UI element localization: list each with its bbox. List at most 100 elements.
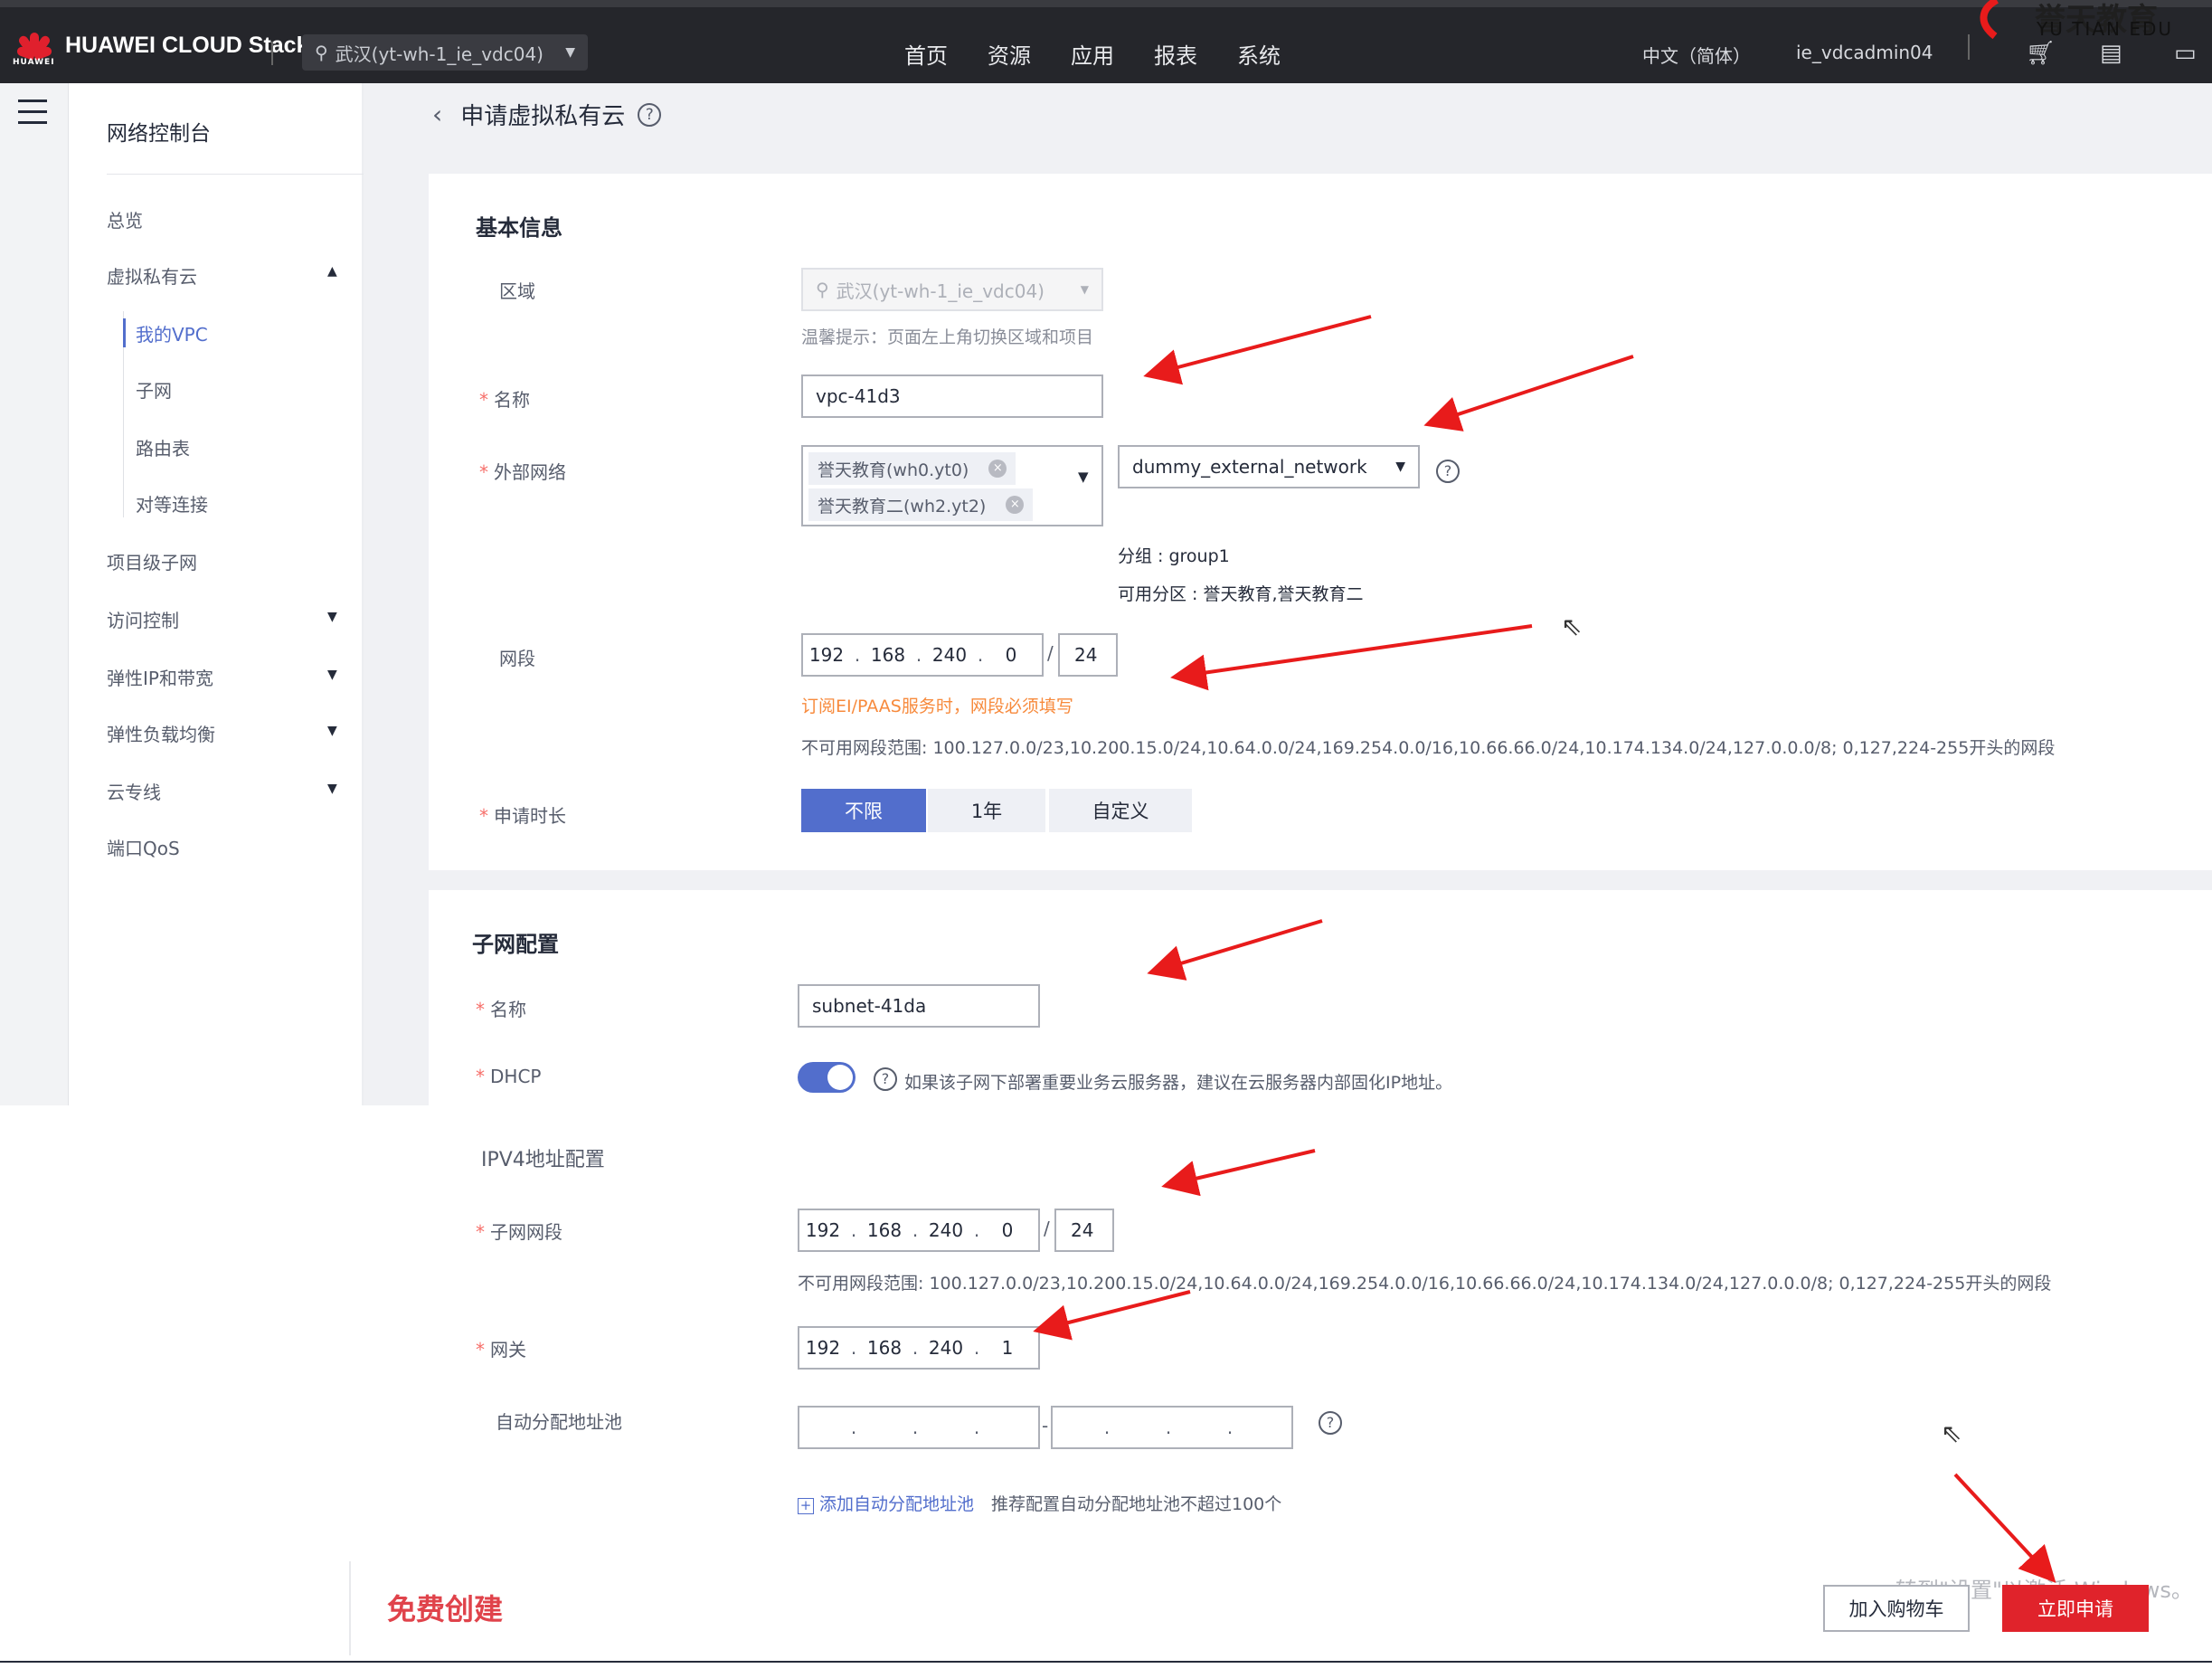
nav-home[interactable]: 首页 [904,38,948,70]
duration-option-custom[interactable]: 自定义 [1049,789,1192,832]
message-icon[interactable]: ▭ [2174,40,2197,67]
ip-octet[interactable]: 1 [984,1337,1031,1359]
ip-octet[interactable]: 192 [799,1219,846,1241]
add-to-cart-button[interactable]: 加入购物车 [1823,1585,1970,1632]
sidebar-item-access-control[interactable]: 访问控制 [107,606,179,632]
subnet-segment-label: * 子网网段 [476,1221,562,1243]
ip-octet[interactable]: 168 [861,1219,908,1241]
nav-apps[interactable]: 应用 [1071,38,1114,70]
chevron-down-icon: ▼ [565,45,575,60]
ip-octet[interactable]: 240 [922,1337,969,1359]
sidebar-item-elb[interactable]: 弹性负载均衡 [107,720,215,746]
ip-octet[interactable]: 168 [861,1337,908,1359]
add-pool-link-text: 添加自动分配地址池 [819,1494,975,1514]
ip-octet[interactable]: 0 [988,644,1035,666]
ip-octet[interactable]: 168 [865,644,912,666]
pool-start-ip-input[interactable]: . . . [798,1406,1040,1449]
vpc-name-input[interactable]: vpc-41d3 [801,374,1103,418]
subnet-name-label: * 名称 [476,999,526,1020]
sidebar-item-port-qos[interactable]: 端口QoS [107,834,180,860]
sidebar-active-indicator [123,318,126,347]
language-switch[interactable]: 中文（简体） [1642,42,1751,68]
segment-warning: 订阅EI/PAAS服务时，网段必须填写 [801,697,1073,716]
subnet-unavailable-ranges: 不可用网段范围: 100.127.0.0/23,10.200.15.0/24,1… [798,1274,2052,1294]
chevron-down-icon[interactable]: ▼ [327,610,337,624]
sidebar-item-vpc[interactable]: 虚拟私有云 [107,262,197,289]
duration-label-text: 申请时长 [494,805,566,827]
ext-network-tag-label: 誉天教育二(wh2.yt2) [818,496,987,517]
ip-dot: . [977,644,984,666]
az-text: 可用分区 : 誉天教育,誉天教育二 [1118,584,1364,604]
help-icon[interactable]: ? [638,102,662,127]
segment-ip-input[interactable]: 192. 168. 240. 0 [801,633,1044,677]
duration-option-1year[interactable]: 1年 [928,789,1045,832]
help-icon[interactable]: ? [874,1067,897,1091]
ext-network-label-text: 外部网络 [494,461,566,483]
bottom-border [0,1661,2212,1663]
ip-dot: . [1226,1417,1234,1438]
ip-dot: . [912,1417,919,1438]
nav-reports[interactable]: 报表 [1154,38,1197,70]
sidebar-item-peering[interactable]: 对等连接 [136,490,208,517]
help-icon[interactable]: ? [1436,460,1460,483]
chevron-up-icon[interactable]: ▲ [327,264,337,279]
sidebar-item-my-vpc[interactable]: 我的VPC [136,320,208,346]
remove-tag-icon[interactable]: × [1006,496,1025,514]
chevron-down-icon: ▼ [1395,460,1405,474]
ip-octet[interactable]: 192 [799,1337,846,1359]
remove-tag-icon[interactable]: × [988,460,1007,478]
cart-icon[interactable]: 🛒︎ [2026,40,2056,67]
nav-system[interactable]: 系统 [1237,38,1281,70]
subnet-config-card [429,890,2212,1578]
ip-dot: . [973,1417,980,1438]
unavailable-ranges-text: 不可用网段范围: 100.127.0.0/23,10.200.15.0/24,1… [801,738,2056,758]
ext-network-multiselect[interactable]: 誉天教育(wh0.yt0) × 誉天教育二(wh2.yt2) × ▼ [801,445,1103,526]
nav-resources[interactable]: 资源 [988,38,1031,70]
sidebar-item-project-subnet[interactable]: 项目级子网 [107,548,197,574]
sidebar-item-route-table[interactable]: 路由表 [136,434,190,460]
chevron-down-icon[interactable]: ▼ [327,724,337,738]
ip-dot: . [850,1219,857,1241]
huawei-logo[interactable]: HUAWEI HUAWEI CLOUD Stack [13,27,308,68]
chevron-down-icon[interactable]: ▼ [327,782,337,796]
top-bar: HUAWEI HUAWEI CLOUD Stack ⚲ 武汉(yt-wh-1_i… [0,0,2212,83]
segment-mask-input[interactable]: 24 [1058,633,1118,677]
subnet-mask-input[interactable]: 24 [1054,1209,1114,1252]
ip-octet[interactable]: 192 [803,644,850,666]
sidebar-divider [107,174,376,175]
ip-dot: . [912,1337,919,1359]
gateway-ip-input[interactable]: 192. 168. 240. 1 [798,1326,1040,1370]
chevron-down-icon[interactable]: ▼ [327,668,337,682]
help-icon[interactable]: ? [1319,1411,1342,1435]
region-selector[interactable]: ⚲ 武汉(yt-wh-1_ie_vdc04) ▼ [302,34,588,71]
ip-dot: . [912,1219,919,1241]
sidebar-item-direct-connect[interactable]: 云专线 [107,778,161,804]
dhcp-toggle[interactable] [798,1062,855,1093]
sidebar-item-overview[interactable]: 总览 [107,206,143,232]
ip-octet[interactable]: 0 [984,1219,1031,1241]
footer-divider [349,1561,351,1655]
sidebar-item-eip[interactable]: 弹性IP和带宽 [107,664,213,690]
toggle-knob [827,1065,853,1090]
subnet-segment-ip-input[interactable]: 192. 168. 240. 0 [798,1209,1040,1252]
add-pool-link[interactable]: + 添加自动分配地址池 [798,1491,974,1515]
ext-network-select[interactable]: dummy_external_network ▼ [1118,445,1420,488]
ip-octet[interactable]: 240 [926,644,973,666]
ip-octet[interactable]: 240 [922,1219,969,1241]
subnet-name-input[interactable]: subnet-41da [798,984,1040,1028]
apply-now-button[interactable]: 立即申请 [2002,1585,2149,1632]
duration-option-unlimited[interactable]: 不限 [801,789,926,832]
username[interactable]: ie_vdcadmin04 [1796,42,1933,63]
pool-end-ip-input[interactable]: . . . [1051,1406,1293,1449]
global-rail [0,83,69,1105]
ext-network-tag-label: 誉天教育(wh0.yt0) [818,460,969,480]
page-title: 申请虚拟私有云 [460,103,626,130]
sidebar-item-subnet[interactable]: 子网 [136,376,172,403]
group-text: 分组 : group1 [1118,546,1230,566]
ip-dot: . [850,1417,857,1438]
huawei-petal-icon: HUAWEI [13,27,56,67]
orders-icon[interactable]: ▤ [2100,40,2122,67]
menu-icon[interactable] [18,100,47,132]
chevron-down-icon[interactable]: ▼ [1078,469,1089,485]
back-arrow-icon[interactable]: ‹ [432,100,442,129]
